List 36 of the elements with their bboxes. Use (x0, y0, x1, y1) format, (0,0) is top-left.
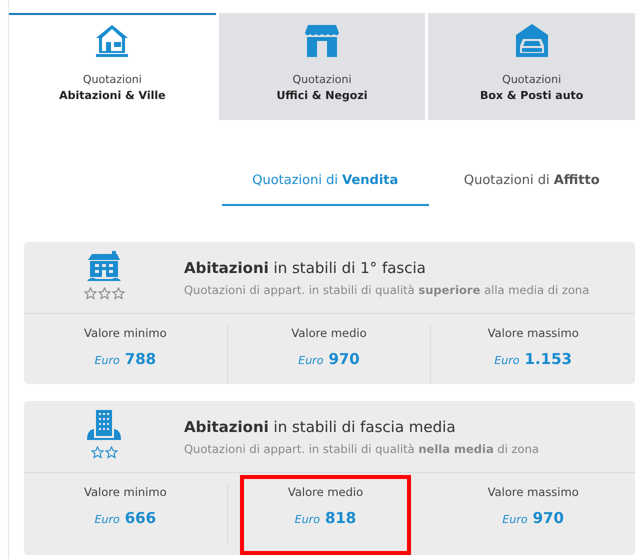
price-value: 970 (328, 350, 360, 368)
value-label: Valore minimo (84, 326, 167, 340)
card-title: Abitazioni in stabili di fascia media (184, 418, 457, 436)
card-subtitle: Quotazioni di appart. in stabili di qualità nella media di zona (184, 442, 539, 456)
card-title: Abitazioni in stabili di 1° fascia (184, 259, 427, 277)
mode-tab[interactable]: Quotazioni di Affitto (428, 163, 635, 206)
garage-icon (514, 23, 550, 57)
price-value: 970 (532, 509, 564, 527)
shop-icon (304, 23, 340, 57)
card-subtitle: Quotazioni di appart. in stabili di qualità superiore alla media di zona (184, 283, 590, 297)
star-outline-icon (90, 446, 104, 459)
price-value: 666 (124, 509, 156, 527)
star-outline-icon (84, 287, 96, 300)
category-tab[interactable]: Quotazioni Box & Posti auto (428, 13, 635, 120)
currency-label: Euro (502, 513, 528, 526)
value-label: Valore massimo (488, 485, 579, 499)
star-outline-icon (104, 446, 118, 459)
house-icon (94, 23, 130, 57)
category-tab[interactable]: Quotazioni Uffici & Negozi (218, 13, 426, 120)
value-label: Valore minimo (84, 485, 167, 499)
mode-tab[interactable]: Quotazioni di Vendita (222, 163, 428, 206)
price-value: 788 (124, 350, 156, 368)
currency-label: Euro (294, 513, 320, 526)
price-value: 818 (324, 509, 356, 527)
currency-label: Euro (494, 354, 520, 367)
building-icon (86, 409, 122, 441)
star-outline-icon (98, 287, 110, 300)
price-value: 1.153 (524, 350, 572, 368)
currency-label: Euro (94, 354, 120, 367)
villa-icon (86, 250, 122, 282)
star-outline-icon (112, 287, 124, 300)
currency-label: Euro (298, 354, 324, 367)
value-label: Valore massimo (488, 326, 579, 340)
currency-label: Euro (94, 513, 120, 526)
value-label: Valore medio (291, 326, 367, 340)
value-label: Valore medio (288, 485, 364, 499)
